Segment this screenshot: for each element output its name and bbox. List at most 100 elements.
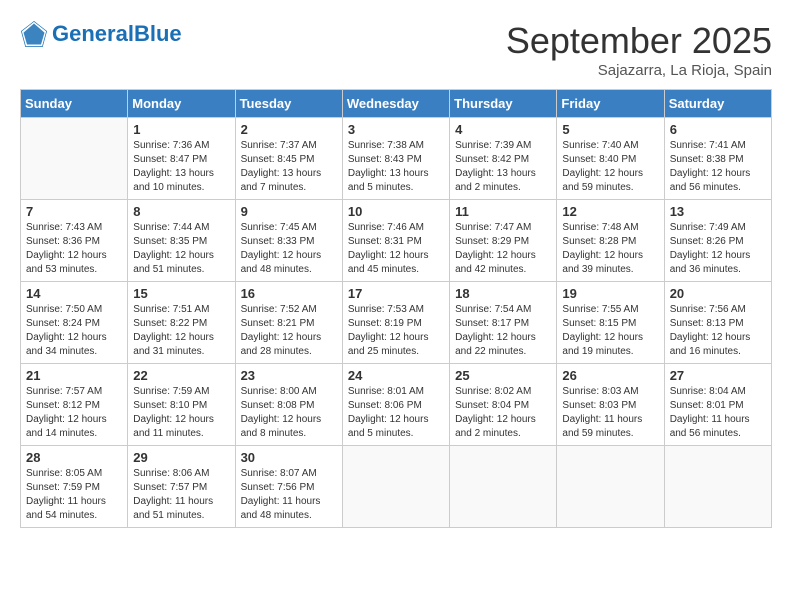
day-number: 16 [241,286,337,301]
day-info: Sunrise: 7:52 AMSunset: 8:21 PMDaylight:… [241,303,337,359]
calendar-cell: 8 Sunrise: 7:44 AMSunset: 8:35 PMDaylight… [128,200,235,282]
day-number: 6 [670,122,766,137]
weekday-header: Saturday [664,90,771,118]
day-info: Sunrise: 8:04 AMSunset: 8:01 PMDaylight:… [670,385,766,441]
logo: GeneralBlue [20,20,182,48]
logo-text: GeneralBlue [52,22,182,46]
day-info: Sunrise: 7:59 AMSunset: 8:10 PMDaylight:… [133,385,229,441]
day-number: 1 [133,122,229,137]
day-number: 18 [455,286,551,301]
calendar-cell: 16 Sunrise: 7:52 AMSunset: 8:21 PMDayligh… [235,282,342,364]
day-info: Sunrise: 7:47 AMSunset: 8:29 PMDaylight:… [455,221,551,277]
day-info: Sunrise: 8:07 AMSunset: 7:56 PMDaylight:… [241,467,337,523]
weekday-header: Tuesday [235,90,342,118]
day-info: Sunrise: 7:56 AMSunset: 8:13 PMDaylight:… [670,303,766,359]
day-number: 3 [348,122,444,137]
day-info: Sunrise: 7:46 AMSunset: 8:31 PMDaylight:… [348,221,444,277]
weekday-header: Monday [128,90,235,118]
calendar-cell: 5 Sunrise: 7:40 AMSunset: 8:40 PMDaylight… [557,118,664,200]
logo-icon [20,20,48,48]
calendar-cell: 4 Sunrise: 7:39 AMSunset: 8:42 PMDaylight… [450,118,557,200]
day-info: Sunrise: 7:50 AMSunset: 8:24 PMDaylight:… [26,303,122,359]
day-info: Sunrise: 7:53 AMSunset: 8:19 PMDaylight:… [348,303,444,359]
day-number: 24 [348,368,444,383]
calendar-cell: 29Sunrise: 8:06 AMSunset: 7:57 PMDayligh… [128,446,235,528]
day-info: Sunrise: 7:51 AMSunset: 8:22 PMDaylight:… [133,303,229,359]
calendar-cell: 20Sunrise: 7:56 AMSunset: 8:13 PMDayligh… [664,282,771,364]
calendar-cell: 15 Sunrise: 7:51 AMSunset: 8:22 PMDayligh… [128,282,235,364]
day-info: Sunrise: 7:44 AMSunset: 8:35 PMDaylight:… [133,221,229,277]
calendar-cell: 25 Sunrise: 8:02 AMSunset: 8:04 PMDayligh… [450,364,557,446]
day-number: 11 [455,204,551,219]
title-block: September 2025 Sajazarra, La Rioja, Spai… [506,20,772,79]
day-info: Sunrise: 7:39 AMSunset: 8:42 PMDaylight:… [455,139,551,195]
weekday-header: Sunday [21,90,128,118]
day-number: 5 [562,122,658,137]
calendar-week-row: 21 Sunrise: 7:57 AMSunset: 8:12 PMDayligh… [21,364,772,446]
calendar-cell: 24 Sunrise: 8:01 AMSunset: 8:06 PMDayligh… [342,364,449,446]
day-info: Sunrise: 7:45 AMSunset: 8:33 PMDaylight:… [241,221,337,277]
day-number: 28 [26,450,122,465]
day-number: 22 [133,368,229,383]
day-info: Sunrise: 8:03 AMSunset: 8:03 PMDaylight:… [562,385,658,441]
day-info: Sunrise: 8:06 AMSunset: 7:57 PMDaylight:… [133,467,229,523]
calendar-week-row: 1 Sunrise: 7:36 AMSunset: 8:47 PMDaylight… [21,118,772,200]
calendar-cell: 14 Sunrise: 7:50 AMSunset: 8:24 PMDayligh… [21,282,128,364]
calendar-cell: 27 Sunrise: 8:04 AMSunset: 8:01 PMDayligh… [664,364,771,446]
day-info: Sunrise: 7:43 AMSunset: 8:36 PMDaylight:… [26,221,122,277]
calendar-cell [21,118,128,200]
day-number: 17 [348,286,444,301]
day-number: 14 [26,286,122,301]
calendar-title: September 2025 [506,20,772,62]
day-info: Sunrise: 7:48 AMSunset: 8:28 PMDaylight:… [562,221,658,277]
day-number: 4 [455,122,551,137]
calendar-cell: 22 Sunrise: 7:59 AMSunset: 8:10 PMDayligh… [128,364,235,446]
calendar-cell: 26 Sunrise: 8:03 AMSunset: 8:03 PMDayligh… [557,364,664,446]
day-number: 27 [670,368,766,383]
calendar-cell: 10Sunrise: 7:46 AMSunset: 8:31 PMDayligh… [342,200,449,282]
calendar-week-row: 14 Sunrise: 7:50 AMSunset: 8:24 PMDayligh… [21,282,772,364]
calendar-cell: 23 Sunrise: 8:00 AMSunset: 8:08 PMDayligh… [235,364,342,446]
calendar-week-row: 28Sunrise: 8:05 AMSunset: 7:59 PMDayligh… [21,446,772,528]
day-info: Sunrise: 8:02 AMSunset: 8:04 PMDaylight:… [455,385,551,441]
day-number: 7 [26,204,122,219]
calendar-header: SundayMondayTuesdayWednesdayThursdayFrid… [21,90,772,118]
calendar-cell: 18 Sunrise: 7:54 AMSunset: 8:17 PMDayligh… [450,282,557,364]
day-info: Sunrise: 7:36 AMSunset: 8:47 PMDaylight:… [133,139,229,195]
calendar-body: 1 Sunrise: 7:36 AMSunset: 8:47 PMDaylight… [21,118,772,528]
day-number: 30 [241,450,337,465]
day-number: 25 [455,368,551,383]
calendar-cell [664,446,771,528]
calendar-cell: 12 Sunrise: 7:48 AMSunset: 8:28 PMDayligh… [557,200,664,282]
day-info: Sunrise: 7:57 AMSunset: 8:12 PMDaylight:… [26,385,122,441]
day-number: 26 [562,368,658,383]
weekday-header: Wednesday [342,90,449,118]
day-info: Sunrise: 7:49 AMSunset: 8:26 PMDaylight:… [670,221,766,277]
page-header: GeneralBlue September 2025 Sajazarra, La… [20,20,772,79]
calendar-cell: 3Sunrise: 7:38 AMSunset: 8:43 PMDaylight… [342,118,449,200]
day-info: Sunrise: 7:40 AMSunset: 8:40 PMDaylight:… [562,139,658,195]
day-number: 21 [26,368,122,383]
day-number: 8 [133,204,229,219]
calendar-cell: 9Sunrise: 7:45 AMSunset: 8:33 PMDaylight… [235,200,342,282]
day-info: Sunrise: 7:55 AMSunset: 8:15 PMDaylight:… [562,303,658,359]
weekday-row: SundayMondayTuesdayWednesdayThursdayFrid… [21,90,772,118]
calendar-table: SundayMondayTuesdayWednesdayThursdayFrid… [20,89,772,528]
calendar-cell [557,446,664,528]
calendar-cell: 11 Sunrise: 7:47 AMSunset: 8:29 PMDayligh… [450,200,557,282]
calendar-cell: 2Sunrise: 7:37 AMSunset: 8:45 PMDaylight… [235,118,342,200]
day-info: Sunrise: 7:54 AMSunset: 8:17 PMDaylight:… [455,303,551,359]
day-info: Sunrise: 8:00 AMSunset: 8:08 PMDaylight:… [241,385,337,441]
weekday-header: Thursday [450,90,557,118]
calendar-cell: 30 Sunrise: 8:07 AMSunset: 7:56 PMDayligh… [235,446,342,528]
calendar-cell: 6Sunrise: 7:41 AMSunset: 8:38 PMDaylight… [664,118,771,200]
calendar-cell: 1 Sunrise: 7:36 AMSunset: 8:47 PMDaylight… [128,118,235,200]
calendar-cell [342,446,449,528]
day-info: Sunrise: 7:37 AMSunset: 8:45 PMDaylight:… [241,139,337,195]
day-info: Sunrise: 8:01 AMSunset: 8:06 PMDaylight:… [348,385,444,441]
day-number: 23 [241,368,337,383]
calendar-cell: 19Sunrise: 7:55 AMSunset: 8:15 PMDayligh… [557,282,664,364]
calendar-cell [450,446,557,528]
day-number: 15 [133,286,229,301]
day-number: 12 [562,204,658,219]
